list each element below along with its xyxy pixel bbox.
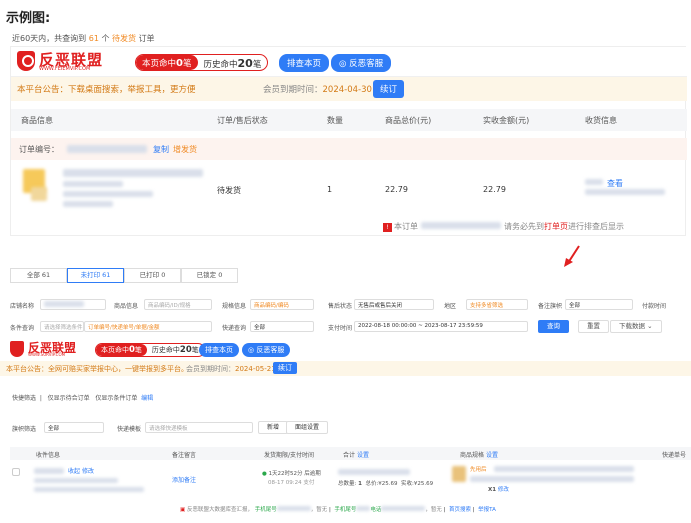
pay-time-range[interactable]: 2022-08-18 00:00:00 ~ 2023-08-17 23:59:5… xyxy=(354,321,528,332)
expire-info: 会员到期时间：2024-04-30 xyxy=(263,85,372,95)
table-header: 商品信息 订单/售后状态 数量 商品总价(元) 实收金额(元) 收货信息 xyxy=(11,109,687,131)
hit-counter-2: 本页命中0笔 历史命中20笔 xyxy=(95,343,205,357)
warning-text: ! 本订单 请务必先到打单页进行排查后显示 xyxy=(383,221,624,232)
tab-all[interactable]: 全部 61 xyxy=(10,268,67,283)
renew-button-2[interactable]: 续订 xyxy=(273,362,297,374)
edit-tags-link[interactable]: 编辑 xyxy=(141,395,153,402)
shield-icon xyxy=(10,341,24,357)
status-tabs: 全部 61 未打印 61 已打印 0 已锁定 0 xyxy=(10,268,238,283)
headset-icon: ◎ xyxy=(339,59,350,69)
new-button[interactable]: 新增 xyxy=(258,421,289,434)
add-remark-link[interactable]: 添加备注 xyxy=(172,475,196,484)
order-panel: 反恶联盟 WWW.FEIEMVIP.COM 本页命中0笔 历史命中20笔 排查本… xyxy=(10,46,687,267)
product-input[interactable]: 商品编码/ID/规格 xyxy=(144,299,212,310)
order-summary: 近60天内，共查询到 61 个 待发货 订单 xyxy=(12,34,155,43)
tab-locked[interactable]: 已锁定 0 xyxy=(181,268,238,283)
condition-input[interactable]: 订单编号/快递单号/单据/金额 xyxy=(84,321,212,332)
remark-flag-select[interactable]: 全部 xyxy=(565,299,633,310)
download-button[interactable]: 下载数据 ⌄ xyxy=(610,320,662,333)
filter-tags: 快捷筛选 | 仅显示待合订单 仅显示条件订单 编辑 xyxy=(12,395,154,402)
row-totals: 总数量: 1 总价:¥25.69 实收:¥25.69 xyxy=(338,481,434,487)
alert-icon: ▣ xyxy=(180,507,186,513)
copy-link[interactable]: 复制 xyxy=(153,144,169,155)
search-button[interactable]: 查询 xyxy=(538,320,569,333)
shield-icon xyxy=(17,51,35,71)
refund-select[interactable]: 无售后或售后关闭 xyxy=(354,299,434,310)
brand-logo-2: 反恶联盟 WWW.SURVIP.COM xyxy=(10,340,100,360)
express-select[interactable]: 全部 xyxy=(250,321,314,332)
order-status: 待发货 xyxy=(217,186,241,195)
deadline: ● 1天22时52分 后逾期 xyxy=(262,471,321,477)
page-title: 示例图: xyxy=(6,11,51,26)
chevron-down-icon: ⌄ xyxy=(647,322,653,330)
condition-select[interactable]: 请选择筛选条件 xyxy=(40,321,84,332)
plugin-header: 反恶联盟 WWW.FEIEMVIP.COM 本页命中0笔 历史命中20笔 排查本… xyxy=(11,47,687,77)
feedback-button[interactable]: ◎ 反恶客服 xyxy=(331,54,392,72)
red-arrow-icon xyxy=(564,245,580,267)
tab-unprinted[interactable]: 未打印 61 xyxy=(67,268,124,283)
tab-printed[interactable]: 已打印 0 xyxy=(124,268,181,283)
panel-setting-button[interactable]: 面组设置 xyxy=(286,421,329,434)
row-checkbox[interactable] xyxy=(12,468,20,476)
order-total: 22.79 xyxy=(385,185,408,194)
notice-bar-2: 本平台公告：全网可赔买家举报中心，一键举报到多平台。 会员到期时间：2024-0… xyxy=(0,361,691,376)
remark-link[interactable]: 增发货 xyxy=(173,144,197,155)
check-page-button[interactable]: 排查本页 xyxy=(279,54,330,72)
notice-bar: 本平台公告：下载桌面搜索，举报工具，更方便 会员到期时间：2024-04-30 … xyxy=(11,77,687,101)
risk-check-bar: ▣ 反恶联盟大数据库查汇报， 手机尾号 ，暂无 | 手机尾号 电话 ，暂无 | 首页搜… xyxy=(180,506,496,513)
order-received: 22.79 xyxy=(483,185,506,194)
feedback-button-2[interactable]: ◎ 反恶客服 xyxy=(242,343,291,357)
express-template-select[interactable]: 请选择快递模板 xyxy=(145,422,253,433)
order-quantity: 1 xyxy=(327,185,333,194)
notice-text: 本平台公告：下载桌面搜索，举报工具，更方便 xyxy=(17,85,196,95)
renew-button[interactable]: 续订 xyxy=(373,80,405,98)
region-select[interactable]: 支持多省筛选 xyxy=(466,299,528,310)
reset-button[interactable]: 重置 xyxy=(578,320,609,333)
flag-select[interactable]: 全部 xyxy=(44,422,104,433)
spec-input[interactable]: 商品编码/编码 xyxy=(250,299,314,310)
check-page-button-2[interactable]: 排查本页 xyxy=(199,343,239,357)
view-address-link[interactable]: 查看 xyxy=(607,178,623,189)
hit-counter: 本页命中0笔 历史命中20笔 xyxy=(135,54,269,71)
alert-icon: ! xyxy=(383,223,392,232)
shop-select[interactable] xyxy=(40,299,106,310)
print-page-link[interactable]: 打单页 xyxy=(544,222,568,231)
list-header: 收件信息 备注留言 发货期限/支付时间 合计 设置 商品规格 设置 快递单号 xyxy=(10,447,691,460)
order-number-row: 订单编号： 复制 增发货 xyxy=(11,138,687,160)
brand-logo: 反恶联盟 WWW.FEIEMVIP.COM xyxy=(17,51,135,75)
